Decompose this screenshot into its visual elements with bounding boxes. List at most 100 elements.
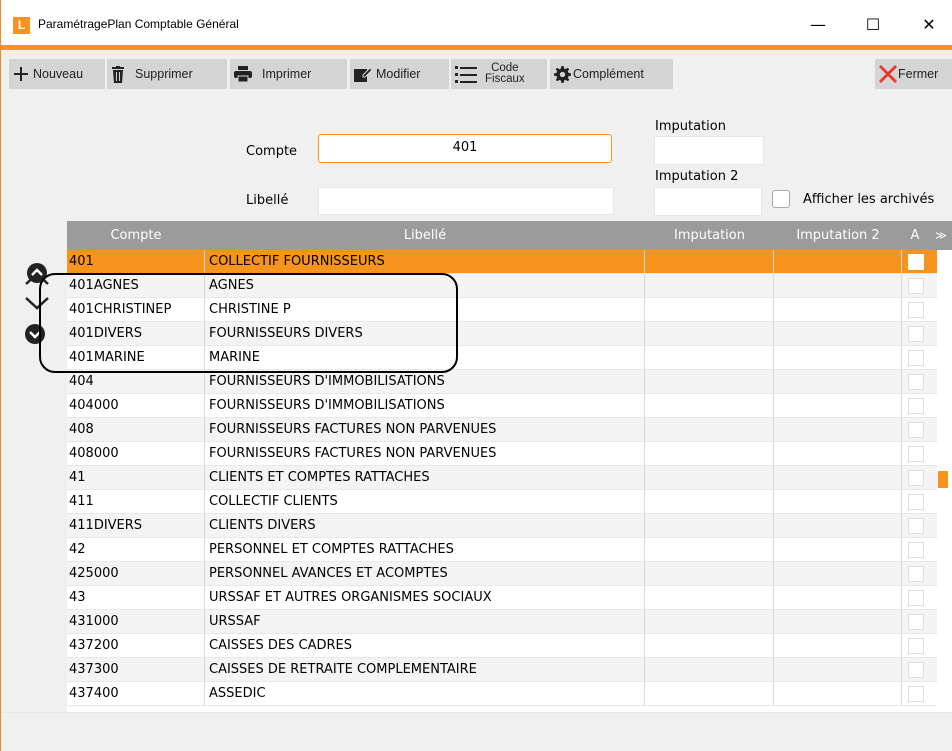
column-chooser-icon[interactable]: ≫	[931, 221, 951, 250]
archived-checkbox[interactable]	[908, 566, 924, 582]
compte-input[interactable]: 401	[318, 134, 612, 163]
new-label: Nouveau	[33, 67, 84, 81]
last-record-icon[interactable]	[24, 323, 46, 349]
table-row[interactable]: 41 CLIENTS ET COMPTES RATTACHES	[67, 466, 937, 490]
archived-checkbox[interactable]	[908, 302, 924, 318]
accounts-grid: Compte Libellé Imputation Imputation 2 A…	[67, 221, 952, 712]
table-row[interactable]: 425000 PERSONNEL AVANCES ET ACOMPTES	[67, 562, 937, 586]
fiscal-codes-button[interactable]: Code Fiscaux	[451, 59, 547, 89]
cell-archived	[902, 610, 937, 633]
archived-checkbox[interactable]	[908, 590, 924, 606]
cell-imputation2	[774, 610, 902, 633]
cell-imputation2	[774, 322, 902, 345]
cell-imputation	[645, 586, 774, 609]
table-row[interactable]: 401AGNES AGNES	[67, 274, 937, 298]
cell-archived	[902, 538, 937, 561]
column-imputation2[interactable]: Imputation 2	[774, 221, 902, 250]
table-row[interactable]: 404000 FOURNISSEURS D'IMMOBILISATIONS	[67, 394, 937, 418]
cell-imputation	[645, 370, 774, 393]
minimize-button[interactable]: —	[795, 8, 841, 42]
delete-label: Supprimer	[135, 67, 193, 81]
scroll-thumb[interactable]	[938, 471, 948, 488]
cell-imputation	[645, 442, 774, 465]
libelle-input[interactable]	[318, 187, 614, 215]
cell-compte: 404	[67, 370, 205, 393]
archived-checkbox[interactable]	[908, 662, 924, 678]
cell-libelle: CLIENTS DIVERS	[205, 514, 645, 537]
archived-checkbox[interactable]	[908, 326, 924, 342]
close-button[interactable]: Fermer	[875, 59, 952, 89]
archived-checkbox[interactable]	[908, 470, 924, 486]
archived-checkbox[interactable]	[908, 638, 924, 654]
cell-libelle: AGNES	[205, 274, 645, 297]
table-row[interactable]: 431000 URSSAF	[67, 610, 937, 634]
cell-libelle: CLIENTS ET COMPTES RATTACHES	[205, 466, 645, 489]
previous-record-icon[interactable]	[24, 270, 50, 290]
archived-checkbox[interactable]	[908, 686, 924, 702]
cell-libelle: FOURNISSEURS DIVERS	[205, 322, 645, 345]
cell-imputation	[645, 322, 774, 345]
table-row[interactable]: 404 FOURNISSEURS D'IMMOBILISATIONS	[67, 370, 937, 394]
cell-archived	[902, 442, 937, 465]
table-row[interactable]: 411DIVERS CLIENTS DIVERS	[67, 514, 937, 538]
print-button[interactable]: Imprimer	[230, 59, 347, 89]
cell-imputation2	[774, 370, 902, 393]
cell-imputation	[645, 346, 774, 369]
close-red-icon	[879, 65, 897, 83]
imputation2-input[interactable]	[654, 187, 762, 216]
archived-checkbox[interactable]	[908, 446, 924, 462]
edit-button[interactable]: Modifier	[350, 59, 449, 89]
cell-archived	[902, 298, 937, 321]
archived-checkbox[interactable]	[908, 374, 924, 390]
cell-imputation	[645, 634, 774, 657]
table-row[interactable]: 437200 CAISSES DES CADRES	[67, 634, 937, 658]
archived-checkbox[interactable]	[908, 542, 924, 558]
column-imputation[interactable]: Imputation	[645, 221, 774, 250]
archived-checkbox[interactable]	[908, 422, 924, 438]
imputation-input[interactable]	[654, 136, 764, 165]
table-row[interactable]: 401DIVERS FOURNISSEURS DIVERS	[67, 322, 937, 346]
close-window-button[interactable]: ✕	[906, 8, 952, 42]
table-row[interactable]: 408 FOURNISSEURS FACTURES NON PARVENUES	[67, 418, 937, 442]
new-button[interactable]: Nouveau	[9, 59, 105, 89]
cell-imputation2	[774, 562, 902, 585]
column-compte[interactable]: Compte	[67, 221, 205, 250]
cell-imputation	[645, 466, 774, 489]
delete-button[interactable]: Supprimer	[107, 59, 227, 89]
archived-checkbox[interactable]	[908, 278, 924, 294]
imputation-label: Imputation	[655, 119, 726, 134]
column-libelle[interactable]: Libellé	[205, 221, 645, 250]
complement-button[interactable]: Complément	[550, 59, 673, 89]
archived-checkbox[interactable]	[908, 254, 924, 270]
table-row[interactable]: 437300 CAISSES DE RETRAITE COMPLEMENTAIRE	[67, 658, 937, 682]
table-row[interactable]: 401CHRISTINEP CHRISTINE P	[67, 298, 937, 322]
archived-checkbox[interactable]	[908, 518, 924, 534]
table-row[interactable]: 43 URSSAF ET AUTRES ORGANISMES SOCIAUX	[67, 586, 937, 610]
archived-checkbox[interactable]	[908, 614, 924, 630]
table-row[interactable]: 42 PERSONNEL ET COMPTES RATTACHES	[67, 538, 937, 562]
cell-archived	[902, 346, 937, 369]
table-row[interactable]: 401MARINE MARINE	[67, 346, 937, 370]
archived-checkbox[interactable]	[908, 350, 924, 366]
cell-archived	[902, 418, 937, 441]
table-row[interactable]: 411 COLLECTIF CLIENTS	[67, 490, 937, 514]
window-title: ParamétragePlan Comptable Général	[38, 17, 239, 31]
cell-archived	[902, 514, 937, 537]
column-archived[interactable]: A	[902, 221, 928, 250]
show-archived-checkbox[interactable]	[772, 190, 790, 208]
archived-checkbox[interactable]	[908, 398, 924, 414]
gear-icon	[554, 65, 571, 83]
cell-imputation2	[774, 466, 902, 489]
next-record-icon[interactable]	[24, 296, 50, 316]
cell-imputation2	[774, 490, 902, 513]
compte-label: Compte	[246, 144, 298, 159]
table-row[interactable]: 437400 ASSEDIC	[67, 682, 937, 706]
cell-compte: 42	[67, 538, 205, 561]
cell-libelle: URSSAF	[205, 610, 645, 633]
cell-libelle: FOURNISSEURS FACTURES NON PARVENUES	[205, 418, 645, 441]
table-row[interactable]: 408000 FOURNISSEURS FACTURES NON PARVENUE…	[67, 442, 937, 466]
cell-compte: 437400	[67, 682, 205, 705]
archived-checkbox[interactable]	[908, 494, 924, 510]
maximize-button[interactable]: ☐	[850, 8, 896, 42]
table-row[interactable]: 401 COLLECTIF FOURNISSEURS	[67, 250, 937, 274]
